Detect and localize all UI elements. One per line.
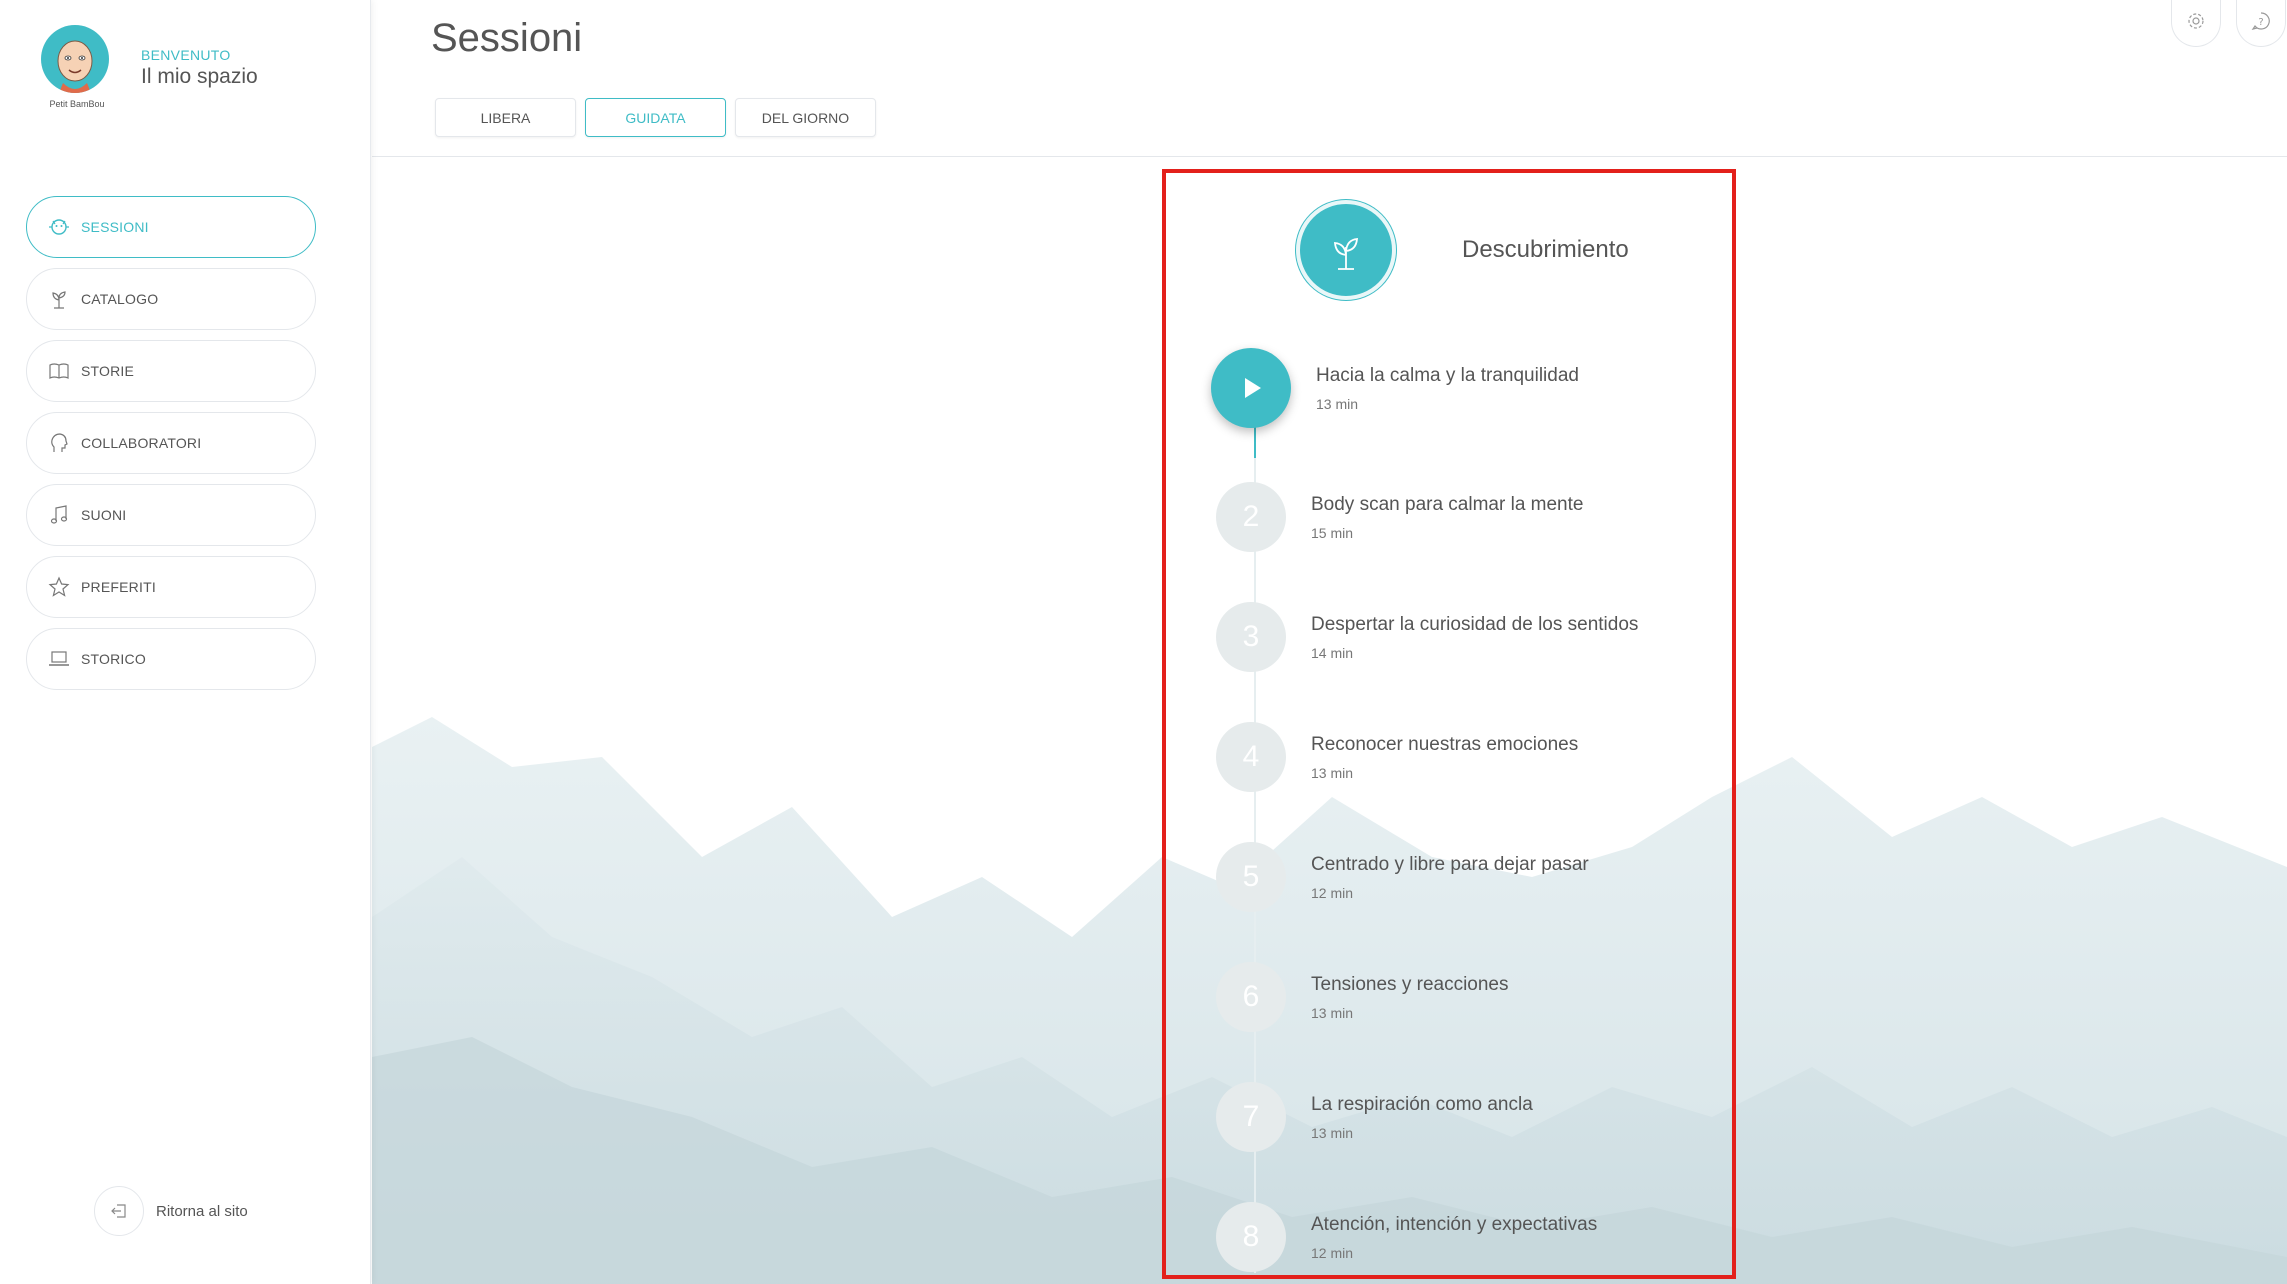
session-title: Tensiones y reacciones: [1311, 973, 1509, 995]
course-panel: Descubrimiento Hacia la calma y la tranq…: [1162, 169, 1736, 1279]
space-title: Il mio spazio: [141, 65, 258, 88]
play-button[interactable]: [1211, 348, 1291, 428]
session-number: 6: [1216, 962, 1286, 1032]
main-content: Descubrimiento Hacia la calma y la tranq…: [372, 157, 2287, 1284]
avatar-caption: Petit BamBou: [49, 99, 105, 109]
star-icon: [47, 575, 71, 599]
sidebar-item-label: PREFERITI: [81, 579, 156, 595]
session-title: La respiración como ancla: [1311, 1093, 1533, 1115]
sprout-icon: [1296, 200, 1396, 300]
session-number: 8: [1216, 1202, 1286, 1272]
laptop-icon: [47, 647, 71, 671]
tab-libera[interactable]: LIBERA: [435, 98, 576, 137]
session-number: 2: [1216, 482, 1286, 552]
session-number: 4: [1216, 722, 1286, 792]
sidebar-item-storico[interactable]: STORICO: [26, 628, 316, 690]
sidebar-item-label: COLLABORATORI: [81, 435, 202, 451]
sidebar-item-label: CATALOGO: [81, 291, 159, 307]
session-title: Reconocer nuestras emociones: [1311, 733, 1579, 755]
session-tabs: LIBERA GUIDATA DEL GIORNO: [435, 98, 885, 137]
sidebar-nav: SESSIONI CATALOGO STORIE COLLABORATORI S…: [26, 196, 316, 700]
settings-icon: [2186, 11, 2206, 36]
session-duration: 13 min: [1311, 1124, 1354, 1141]
play-icon: [1245, 378, 1261, 398]
course-title: Descubrimiento: [1462, 236, 1629, 263]
session-item-5[interactable]: 5 Centrado y libre para dejar pasar 12 m…: [1216, 842, 1589, 912]
session-title: Despertar la curiosidad de los sentidos: [1311, 613, 1639, 635]
sidebar-item-label: STORIE: [81, 363, 135, 379]
svg-text:?: ?: [2258, 17, 2263, 28]
sidebar-item-sessioni[interactable]: SESSIONI: [26, 196, 316, 258]
sidebar-item-collaboratori[interactable]: COLLABORATORI: [26, 412, 316, 474]
session-title: Atención, intención y expectativas: [1311, 1213, 1598, 1235]
course-header: Descubrimiento: [1296, 200, 1629, 300]
session-title: Hacia la calma y la tranquilidad: [1316, 364, 1579, 386]
sidebar-item-storie[interactable]: STORIE: [26, 340, 316, 402]
sessions-icon: [47, 215, 71, 239]
sidebar-item-suoni[interactable]: SUONI: [26, 484, 316, 546]
welcome-label: BENVENUTO: [141, 47, 231, 63]
session-item-8[interactable]: 8 Atención, intención y expectativas 12 …: [1216, 1202, 1597, 1272]
book-icon: [47, 359, 71, 383]
sidebar-item-label: SUONI: [81, 507, 127, 523]
session-title: Centrado y libre para dejar pasar: [1311, 853, 1589, 875]
session-item-6[interactable]: 6 Tensiones y reacciones 13 min: [1216, 962, 1509, 1032]
sidebar-item-preferiti[interactable]: PREFERITI: [26, 556, 316, 618]
back-to-site-link[interactable]: Ritorna al sito: [94, 1186, 248, 1236]
tab-del-giorno[interactable]: DEL GIORNO: [735, 98, 876, 137]
page-title: Sessioni: [431, 16, 583, 60]
session-number: 3: [1216, 602, 1286, 672]
back-to-site-label: Ritorna al sito: [156, 1202, 248, 1220]
session-duration: 14 min: [1311, 644, 1354, 661]
sidebar-item-catalogo[interactable]: CATALOGO: [26, 268, 316, 330]
page-header: Sessioni LIBERA GUIDATA DEL GIORNO ?: [372, 0, 2287, 157]
music-note-icon: [47, 503, 71, 527]
avatar[interactable]: [41, 25, 109, 93]
sidebar: Petit BamBou BENVENUTO Il mio spazio SES…: [0, 0, 371, 1284]
sidebar-item-label: SESSIONI: [81, 219, 149, 235]
sidebar-item-label: STORICO: [81, 651, 146, 667]
plant-icon: [47, 287, 71, 311]
app-window: Petit BamBou BENVENUTO Il mio spazio SES…: [0, 0, 2287, 1284]
session-number: 7: [1216, 1082, 1286, 1152]
header-actions: ?: [2156, 0, 2286, 47]
session-duration: 13 min: [1311, 764, 1354, 781]
help-icon: ?: [2251, 11, 2271, 36]
session-duration: 12 min: [1311, 884, 1354, 901]
head-icon: [47, 431, 71, 455]
session-item-1[interactable]: Hacia la calma y la tranquilidad 13 min: [1211, 348, 1579, 428]
session-duration: 12 min: [1311, 1244, 1354, 1261]
help-button[interactable]: ?: [2236, 0, 2286, 47]
session-title: Body scan para calmar la mente: [1311, 493, 1584, 515]
session-item-4[interactable]: 4 Reconocer nuestras emociones 13 min: [1216, 722, 1578, 792]
session-duration: 13 min: [1316, 395, 1359, 412]
session-number: 5: [1216, 842, 1286, 912]
exit-icon: [94, 1186, 144, 1236]
session-item-7[interactable]: 7 La respiración como ancla 13 min: [1216, 1082, 1533, 1152]
session-item-3[interactable]: 3 Despertar la curiosidad de los sentido…: [1216, 602, 1638, 672]
session-item-2[interactable]: 2 Body scan para calmar la mente 15 min: [1216, 482, 1583, 552]
session-duration: 15 min: [1311, 524, 1354, 541]
session-duration: 13 min: [1311, 1004, 1354, 1021]
settings-button[interactable]: [2171, 0, 2221, 47]
tab-guidata[interactable]: GUIDATA: [585, 98, 726, 137]
